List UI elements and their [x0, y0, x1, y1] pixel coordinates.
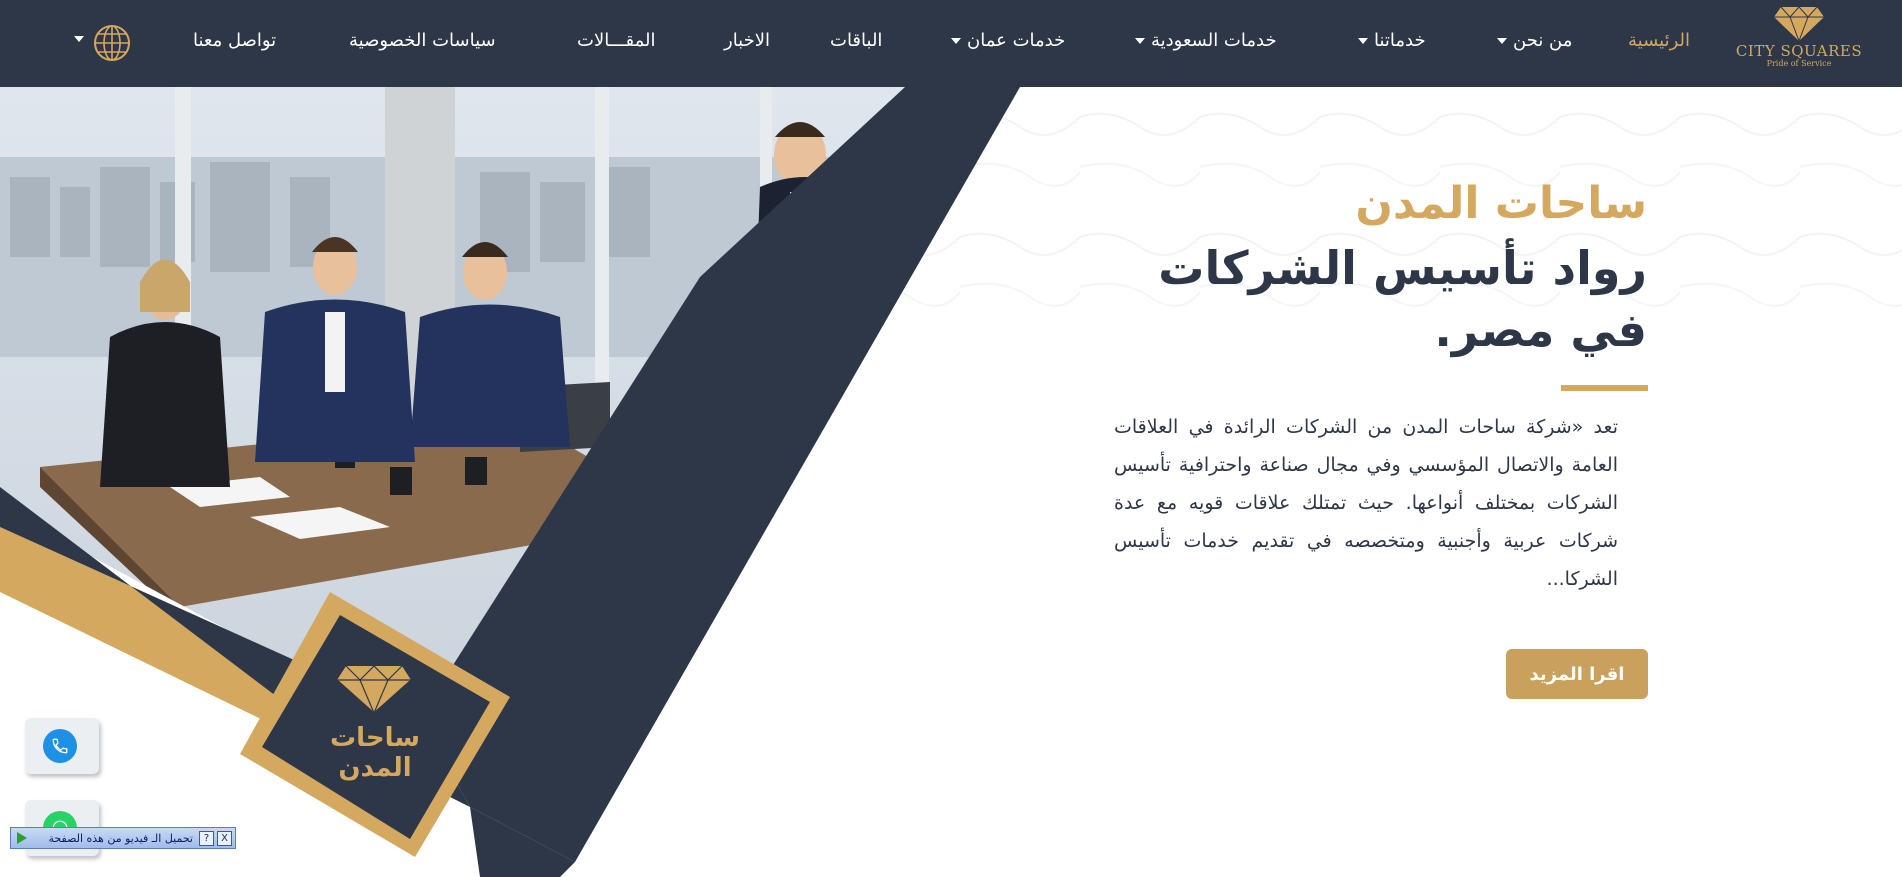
video-download-text: تحميل الـ فيديو من هذه الصفحة	[48, 831, 194, 845]
phone-icon	[43, 729, 77, 763]
chevron-down-icon	[1358, 37, 1368, 44]
logo-tagline: Pride of Service	[1766, 59, 1832, 68]
nav-item-about[interactable]: من نحن	[1497, 30, 1572, 51]
nav-item-label: الرئيسية	[1628, 30, 1690, 51]
nav-item-news[interactable]: الاخبار	[724, 30, 770, 51]
logo-title: CITY SQUARES	[1735, 42, 1863, 60]
help-button[interactable]: ?	[199, 830, 214, 846]
nav-item-label: خدمات عمان	[967, 30, 1066, 51]
globe-icon[interactable]	[93, 24, 131, 62]
hero-subtitle: رواد تأسيس الشركات في مصر.	[1158, 241, 1647, 357]
nav-item-label: الباقات	[830, 30, 883, 51]
chevron-down-icon	[951, 37, 961, 44]
nav-item-privacy[interactable]: سياسات الخصوصية	[349, 30, 496, 51]
badge-diamond-icon	[336, 664, 412, 718]
play-icon	[17, 832, 27, 844]
nav-item-label: خدماتنا	[1374, 30, 1426, 51]
chevron-down-icon	[1135, 37, 1145, 44]
hero-description: تعد «شركة ساحات المدن من الشركات الرائدة…	[1114, 416, 1618, 590]
nav-item-label: تواصل معنا	[193, 30, 277, 51]
nav-item-articles[interactable]: المقـــالات	[577, 30, 656, 51]
diamond-logo-icon	[1774, 6, 1824, 42]
nav-item-label: من نحن	[1513, 30, 1573, 51]
nav-item-home[interactable]: الرئيسية	[1628, 30, 1690, 51]
chevron-down-icon	[1497, 37, 1507, 44]
nav-item-oman-services[interactable]: خدمات عمان	[951, 30, 1065, 51]
nav-item-label: سياسات الخصوصية	[349, 30, 496, 51]
nav-item-saudi-services[interactable]: خدمات السعودية	[1135, 30, 1277, 51]
read-more-button[interactable]: اقرا المزيد	[1506, 649, 1648, 699]
hero-title: ساحات المدن	[1355, 178, 1647, 229]
phone-call-button[interactable]	[25, 718, 99, 774]
nav-item-contact[interactable]: تواصل معنا	[193, 30, 276, 51]
hero-divider	[1561, 385, 1648, 391]
close-button[interactable]: X	[217, 830, 232, 846]
nav-item-label: الاخبار	[724, 30, 771, 51]
nav-item-packages[interactable]: الباقات	[830, 30, 882, 51]
language-dropdown-chevron-icon[interactable]	[74, 36, 84, 42]
nav-item-services[interactable]: خدماتنا	[1358, 30, 1426, 51]
nav-item-label: المقـــالات	[577, 30, 656, 51]
badge-text: ساحات المدن	[330, 723, 420, 783]
video-download-bar[interactable]: تحميل الـ فيديو من هذه الصفحة ? X	[10, 827, 236, 849]
top-navbar: CITY SQUARES Pride of Service الرئيسية م…	[0, 0, 1902, 87]
logo[interactable]: CITY SQUARES Pride of Service	[1724, 6, 1874, 80]
nav-item-label: خدمات السعودية	[1151, 30, 1277, 51]
